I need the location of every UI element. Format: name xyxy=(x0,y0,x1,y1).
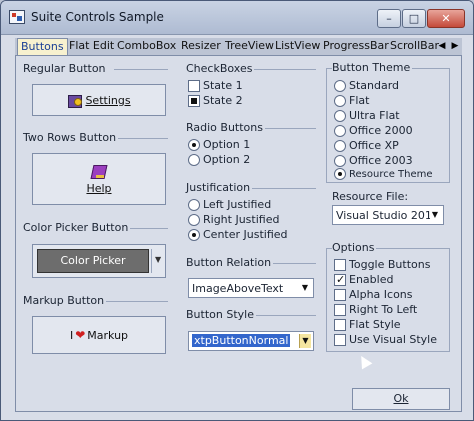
checkbox-state-1[interactable]: State 1 xyxy=(188,78,243,93)
heart-icon: ❤ xyxy=(75,328,86,342)
radio-theme-office-2000[interactable]: Office 2000 xyxy=(334,123,413,138)
radio-left-justified[interactable]: Left Justified xyxy=(188,197,271,212)
resource-file-combo[interactable]: Visual Studio 2015 E ▼ xyxy=(332,205,444,225)
settings-button-label: Settings xyxy=(85,93,131,107)
checkbox-flat-style[interactable]: Flat Style xyxy=(334,317,401,332)
radio-center-justified[interactable]: Center Justified xyxy=(188,227,288,242)
maximize-button[interactable]: □ xyxy=(402,9,426,28)
radio-option-2[interactable]: Option 2 xyxy=(188,152,250,167)
button-theme-group-title: Button Theme xyxy=(332,61,413,74)
markup-suffix: Markup xyxy=(87,328,129,342)
checkbox-use-visual-style[interactable]: Use Visual Style xyxy=(334,332,437,347)
tab-buttons[interactable]: Buttons xyxy=(17,38,68,55)
radio-buttons-group-title: Radio Buttons xyxy=(186,121,265,134)
button-style-value: xtpButtonNormal xyxy=(192,334,291,347)
checkbox-state-2-box xyxy=(188,94,200,107)
help-button[interactable]: Help xyxy=(32,153,166,205)
chevron-down-icon[interactable]: ▼ xyxy=(299,281,311,295)
radio-right-justified[interactable]: Right Justified xyxy=(188,212,279,227)
checkbox-right-to-left[interactable]: Right To Left xyxy=(334,302,417,317)
regular-button-group-title: Regular Button xyxy=(23,62,108,75)
minimize-button[interactable]: – xyxy=(377,9,401,28)
color-picker-dropdown-icon[interactable]: ▼ xyxy=(155,255,161,264)
ok-button[interactable]: Ok xyxy=(352,388,450,410)
button-style-combo[interactable]: xtpButtonNormal ▼ xyxy=(188,331,314,351)
tab-scrollbar[interactable]: ScrollBar xyxy=(387,38,442,55)
settings-icon xyxy=(67,92,83,108)
justification-group-title: Justification xyxy=(186,181,253,194)
checkboxes-group-title: CheckBoxes xyxy=(186,62,255,75)
help-book-icon xyxy=(90,163,108,179)
color-picker-group-title: Color Picker Button xyxy=(23,221,131,234)
radio-theme-flat[interactable]: Flat xyxy=(334,93,369,108)
tab-progressbar[interactable]: ProgressBar xyxy=(320,38,392,55)
button-relation-group-title: Button Relation xyxy=(186,256,274,269)
markup-button-group-title: Markup Button xyxy=(23,294,107,307)
radio-option-1[interactable]: Option 1 xyxy=(188,137,250,152)
tab-combobox[interactable]: ComboBox xyxy=(114,38,179,55)
tab-scroll-right-icon[interactable]: ▶ xyxy=(448,38,462,55)
settings-button[interactable]: Settings xyxy=(32,84,166,116)
title-bar: Suite Controls Sample – □ ✕ xyxy=(1,1,473,35)
app-icon xyxy=(9,10,25,24)
checkbox-alpha-icons[interactable]: Alpha Icons xyxy=(334,287,413,302)
buttons-tab-panel: Regular Button Settings Two Rows Button … xyxy=(15,55,462,412)
markup-prefix: I xyxy=(69,328,74,342)
radio-theme-resource[interactable]: Resource Theme xyxy=(334,168,433,180)
tab-flat-edit[interactable]: Flat Edit xyxy=(66,38,117,55)
close-button[interactable]: ✕ xyxy=(427,9,465,28)
checkbox-state-2[interactable]: State 2 xyxy=(188,93,243,108)
radio-theme-office-xp[interactable]: Office XP xyxy=(334,138,399,153)
button-relation-combo[interactable]: ImageAboveText ▼ xyxy=(188,278,314,298)
window-title: Suite Controls Sample xyxy=(31,10,164,24)
color-picker-button[interactable]: Color Picker ▼ xyxy=(32,244,166,278)
tab-strip: Buttons Flat Edit ComboBox Resizer TreeV… xyxy=(15,38,462,55)
resource-file-value: Visual Studio 2015 E xyxy=(336,209,430,222)
radio-theme-ultra-flat[interactable]: Ultra Flat xyxy=(334,108,400,123)
resource-file-label: Resource File: xyxy=(332,190,411,203)
radio-theme-standard[interactable]: Standard xyxy=(334,78,399,93)
checkbox-toggle-buttons[interactable]: Toggle Buttons xyxy=(334,257,430,272)
button-style-group-title: Button Style xyxy=(186,308,256,321)
main-window: Suite Controls Sample – □ ✕ Buttons Flat… xyxy=(0,0,474,421)
chevron-down-icon[interactable]: ▼ xyxy=(299,334,311,348)
tab-scroll-left-icon[interactable]: ◀ xyxy=(435,38,449,55)
markup-button[interactable]: I ❤ Markup xyxy=(32,316,166,354)
color-picker-swatch: Color Picker xyxy=(37,249,149,273)
button-relation-value: ImageAboveText xyxy=(192,282,284,295)
two-rows-button-group-title: Two Rows Button xyxy=(23,131,119,144)
tab-resizer[interactable]: Resizer xyxy=(178,38,224,55)
tab-treeview[interactable]: TreeView xyxy=(222,38,277,55)
options-group-title: Options xyxy=(332,241,377,254)
checkbox-enabled[interactable]: Enabled xyxy=(334,272,393,287)
checkbox-state-1-box xyxy=(188,79,200,92)
chevron-down-icon[interactable]: ▼ xyxy=(429,208,441,222)
help-button-label: Help xyxy=(86,182,112,195)
radio-theme-office-2003[interactable]: Office 2003 xyxy=(334,153,413,168)
tab-listview[interactable]: ListView xyxy=(272,38,323,55)
